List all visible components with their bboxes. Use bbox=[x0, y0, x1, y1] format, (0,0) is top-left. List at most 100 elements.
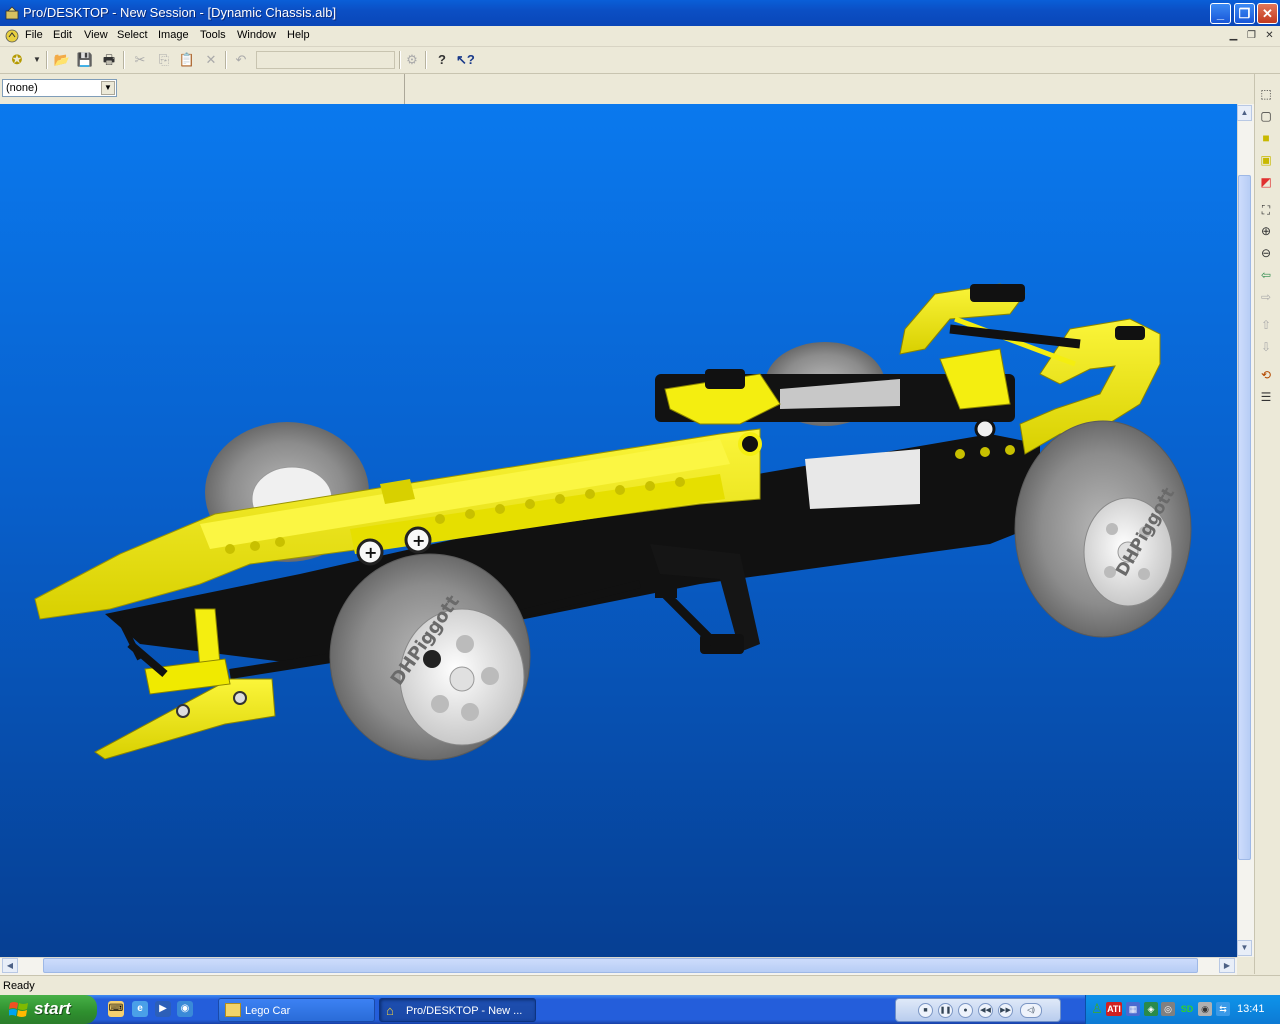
shaded-view-icon[interactable]: ■ bbox=[1257, 129, 1275, 147]
selection-filter-value: (none) bbox=[6, 82, 38, 94]
steering-crank bbox=[655, 584, 724, 653]
vertical-scroll-thumb[interactable] bbox=[1238, 175, 1251, 860]
quick-launch-ie-icon[interactable]: e bbox=[132, 1001, 148, 1017]
toolbar-separator bbox=[225, 51, 227, 69]
clock[interactable]: 13:41 bbox=[1237, 1003, 1265, 1015]
utility-tray-icon[interactable]: ◎ bbox=[1161, 1002, 1175, 1016]
open-folder-icon[interactable]: 📂 bbox=[53, 51, 71, 69]
3d-viewport[interactable]: + + DHPiggott DHPiggott bbox=[0, 104, 1237, 957]
scroll-right-button[interactable]: ▶ bbox=[1219, 958, 1235, 973]
scroll-down-button[interactable]: ▼ bbox=[1237, 940, 1252, 956]
media-stop-square-icon[interactable]: ● bbox=[958, 1003, 973, 1018]
taskbar-button-label: Pro/DESKTOP - New ... bbox=[406, 1005, 523, 1017]
network-users-icon[interactable]: ♙ bbox=[1090, 1002, 1104, 1016]
enhanced-shaded-view-icon[interactable]: ▣ bbox=[1257, 151, 1275, 169]
view-properties-icon[interactable]: ☰ bbox=[1257, 388, 1275, 406]
undo-icon[interactable]: ↶ bbox=[232, 51, 250, 69]
window-title: Pro/DESKTOP - New Session - [Dynamic Cha… bbox=[23, 5, 337, 20]
undo-history-field bbox=[256, 51, 395, 69]
paste-icon[interactable]: 📋 bbox=[178, 51, 196, 69]
media-stop-icon[interactable]: ■ bbox=[918, 1003, 933, 1018]
toolbar-divider bbox=[404, 74, 405, 104]
new-dropdown-arrow-icon[interactable]: ▼ bbox=[28, 51, 46, 69]
sd-tray-icon[interactable]: SD bbox=[1180, 1002, 1194, 1016]
horizontal-scroll-thumb[interactable] bbox=[43, 958, 1198, 973]
folder-icon bbox=[225, 1003, 241, 1017]
speaker-tray-icon[interactable]: ◉ bbox=[1198, 1002, 1212, 1016]
wireframe-view-icon[interactable]: ⬚ bbox=[1257, 85, 1275, 103]
pan-up-icon[interactable]: ⇧ bbox=[1257, 316, 1275, 334]
close-button[interactable]: ✕ bbox=[1257, 3, 1278, 24]
toolbar-separator bbox=[425, 51, 427, 69]
standard-toolbar: ✪ ▼ 📂 💾 🖶 ✂ ⎘ 📋 ✕ ↶ ⚙ ? ↖? bbox=[0, 47, 1280, 74]
menu-view[interactable]: View bbox=[84, 29, 108, 41]
zoom-out-icon[interactable]: ⊖ bbox=[1257, 244, 1275, 262]
hidden-line-view-icon[interactable]: ▢ bbox=[1257, 107, 1275, 125]
doc-minimize-button[interactable]: ▁ bbox=[1226, 29, 1241, 43]
selection-toolbar bbox=[0, 74, 1280, 105]
document-icon[interactable] bbox=[4, 28, 20, 44]
quick-launch-messenger-icon[interactable]: ◉ bbox=[177, 1001, 193, 1017]
chevron-down-icon[interactable]: ▼ bbox=[101, 81, 115, 95]
menu-image[interactable]: Image bbox=[158, 29, 189, 41]
color-render-view-icon[interactable]: ◩ bbox=[1257, 173, 1275, 191]
toolbar-separator bbox=[46, 51, 48, 69]
front-right-wheel: DHPiggott bbox=[329, 553, 531, 761]
maximize-button[interactable]: ❐ bbox=[1234, 3, 1255, 24]
cut-icon[interactable]: ✂ bbox=[131, 51, 149, 69]
scroll-up-button[interactable]: ▲ bbox=[1237, 105, 1252, 121]
zoom-in-icon[interactable]: ⊕ bbox=[1257, 222, 1275, 240]
save-icon[interactable]: 💾 bbox=[76, 51, 94, 69]
status-text: Ready bbox=[3, 980, 35, 992]
new-design-icon[interactable]: ✪ bbox=[8, 51, 26, 69]
svg-text:+: + bbox=[364, 543, 377, 562]
context-help-icon[interactable]: ↖? bbox=[456, 51, 475, 69]
selection-filter-dropdown[interactable]: (none) ▼ bbox=[2, 79, 117, 97]
media-player-toolbar: ■ ❚❚ ● ◀◀ ▶▶ ◁) bbox=[895, 998, 1061, 1022]
toolbar-separator bbox=[123, 51, 125, 69]
display-tray-icon[interactable]: ▦ bbox=[1126, 1002, 1140, 1016]
security-tray-icon[interactable]: ◈ bbox=[1144, 1002, 1158, 1016]
lego-chassis-model[interactable]: + + DHPiggott DHPiggott bbox=[0, 104, 1237, 957]
scroll-left-button[interactable]: ◀ bbox=[2, 958, 18, 973]
copy-icon[interactable]: ⎘ bbox=[155, 51, 173, 69]
minimize-button[interactable]: _ bbox=[1210, 3, 1231, 24]
start-label: start bbox=[34, 999, 71, 1018]
ati-tray-icon[interactable]: ATI bbox=[1106, 1002, 1122, 1016]
delete-icon[interactable]: ✕ bbox=[202, 51, 220, 69]
title-bar[interactable]: Pro/DESKTOP - New Session - [Dynamic Cha… bbox=[0, 0, 1280, 26]
taskbar-button-prodesktop[interactable]: ⌂ Pro/DESKTOP - New ... bbox=[379, 998, 536, 1022]
quick-launch-media-player-icon[interactable]: ▶ bbox=[155, 1001, 171, 1017]
media-previous-icon[interactable]: ◀◀ bbox=[978, 1003, 993, 1018]
pan-right-icon[interactable]: ⇨ bbox=[1257, 288, 1275, 306]
prodesktop-icon: ⌂ bbox=[386, 1003, 394, 1018]
media-volume-icon[interactable]: ◁) bbox=[1020, 1003, 1042, 1018]
taskbar-button-lego-car[interactable]: Lego Car bbox=[218, 998, 375, 1022]
start-button[interactable]: start bbox=[0, 995, 97, 1024]
status-bar: Ready bbox=[0, 975, 1280, 996]
help-icon[interactable]: ? bbox=[433, 51, 451, 69]
rotate-view-icon[interactable]: ⟲ bbox=[1257, 366, 1275, 384]
menu-select[interactable]: Select bbox=[117, 29, 148, 41]
print-icon[interactable]: 🖶 bbox=[100, 51, 118, 69]
menu-bar: File Edit View Select Image Tools Window… bbox=[0, 26, 1280, 47]
menu-window[interactable]: Window bbox=[237, 29, 276, 41]
windows-logo-icon bbox=[9, 1002, 28, 1017]
prodesktop-app-icon bbox=[5, 6, 19, 20]
quick-launch-outlook-icon[interactable]: ⌨ bbox=[108, 1001, 124, 1017]
rear-right-front-wheel: DHPiggott bbox=[1014, 420, 1192, 638]
wizard-icon[interactable]: ⚙ bbox=[403, 51, 421, 69]
connection-tray-icon[interactable]: ⇆ bbox=[1216, 1002, 1230, 1016]
menu-edit[interactable]: Edit bbox=[53, 29, 72, 41]
pan-down-icon[interactable]: ⇩ bbox=[1257, 338, 1275, 356]
svg-text:+: + bbox=[412, 531, 425, 550]
zoom-fit-icon[interactable]: ⛶ bbox=[1257, 201, 1275, 219]
menu-file[interactable]: File bbox=[25, 29, 43, 41]
media-pause-icon[interactable]: ❚❚ bbox=[938, 1003, 953, 1018]
media-next-icon[interactable]: ▶▶ bbox=[998, 1003, 1013, 1018]
menu-tools[interactable]: Tools bbox=[200, 29, 226, 41]
doc-close-button[interactable]: ✕ bbox=[1262, 29, 1277, 43]
pan-left-icon[interactable]: ⇦ bbox=[1257, 266, 1275, 284]
menu-help[interactable]: Help bbox=[287, 29, 310, 41]
doc-restore-button[interactable]: ❐ bbox=[1244, 29, 1259, 43]
